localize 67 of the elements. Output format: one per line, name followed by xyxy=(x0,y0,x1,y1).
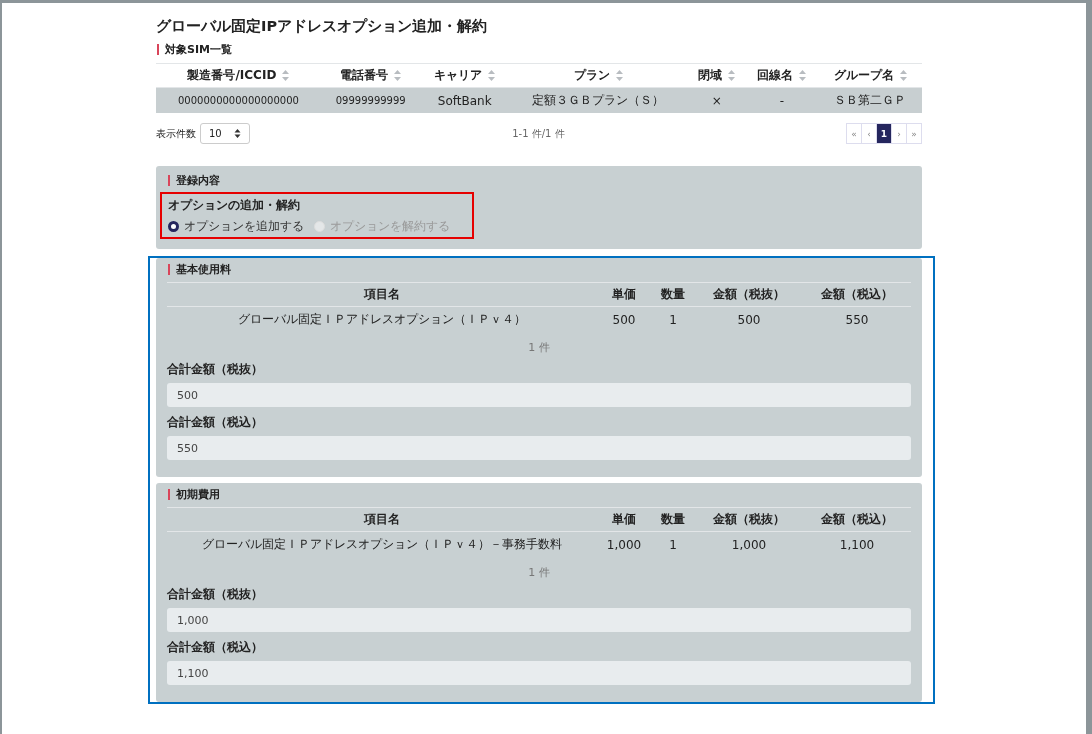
input-field[interactable]: 1,000 xyxy=(167,608,911,632)
page-button[interactable]: ‹ xyxy=(861,123,877,144)
sort-icon[interactable] xyxy=(394,70,402,81)
table-cell: グローバル固定ＩＰアドレスオプション（ＩＰｖ４） xyxy=(238,312,526,326)
record-count: 1 件 xyxy=(527,565,551,580)
page-button[interactable]: « xyxy=(846,123,862,144)
section-heading: 登録内容 xyxy=(168,175,911,186)
page-size-select[interactable]: 10 xyxy=(200,123,250,144)
sort-icon[interactable] xyxy=(488,70,496,81)
table-cell: グローバル固定ＩＰアドレスオプション（ＩＰｖ４）－事務手数料 xyxy=(202,537,562,551)
table-cell: 1 xyxy=(669,312,677,327)
table-cell: 1,000 xyxy=(731,537,767,552)
column-header: プラン xyxy=(573,67,610,84)
page-button[interactable]: » xyxy=(906,123,922,144)
column-header: 閉域 xyxy=(698,67,723,84)
table-cell: 500 xyxy=(737,312,761,327)
sort-icon[interactable] xyxy=(615,70,623,81)
field-label: 合計金額（税抜） xyxy=(167,586,264,603)
column-header: 金額（税込） xyxy=(821,287,893,301)
column-header: 数量 xyxy=(661,287,685,301)
column-header: グループ名 xyxy=(833,67,894,84)
table-cell: 定額３ＧＢプラン（Ｓ） xyxy=(508,87,688,113)
table-cell: 1,100 xyxy=(839,537,875,552)
column-header: 単価 xyxy=(612,512,636,526)
column-header: 電話番号 xyxy=(340,67,389,84)
field-label: 合計金額（税抜） xyxy=(167,361,264,378)
table-cell: 1 xyxy=(669,537,677,552)
table-cell: 0000000000000000000 xyxy=(156,87,321,113)
radio-icon[interactable] xyxy=(168,221,179,232)
page-title: グローバル固定IPアドレスオプション追加・解約 xyxy=(156,17,489,36)
column-header: キャリア xyxy=(434,67,483,84)
column-header: 製造番号/ICCID xyxy=(187,67,277,84)
column-header: 金額（税抜） xyxy=(713,287,785,301)
input-field[interactable]: 500 xyxy=(167,383,911,407)
sort-icon[interactable] xyxy=(899,70,907,81)
caret-icon xyxy=(233,128,241,139)
input-field[interactable]: 1,100 xyxy=(167,661,911,685)
table-cell: 550 xyxy=(845,312,869,327)
column-header: 単価 xyxy=(612,287,636,301)
page-button[interactable]: › xyxy=(891,123,907,144)
section-heading: 初期費用 xyxy=(168,489,911,500)
field-label: 合計金額（税込） xyxy=(167,414,264,431)
column-header: 項目名 xyxy=(364,287,400,301)
record-count: 1 件 xyxy=(527,340,551,355)
sort-icon[interactable] xyxy=(799,70,807,81)
table-cell: 500 xyxy=(612,312,636,327)
field-label: オプションの追加・解約 xyxy=(168,197,301,214)
column-header: 回線名 xyxy=(757,67,794,84)
record-count: 1-1 件/1 件 xyxy=(512,126,565,141)
section-heading: 対象SIM一覧 xyxy=(157,44,922,55)
page-size-label: 表示件数 xyxy=(156,126,196,141)
field-label: 合計金額（税込） xyxy=(167,639,264,656)
section-heading: 基本使用料 xyxy=(168,264,911,275)
column-header: 金額（税抜） xyxy=(713,512,785,526)
radio-option[interactable]: オプションを追加する xyxy=(168,219,304,234)
table-cell: - xyxy=(745,87,819,113)
column-header: 数量 xyxy=(661,512,685,526)
input-field[interactable]: 550 xyxy=(167,436,911,460)
column-header: 金額（税込） xyxy=(821,512,893,526)
table-cell: 09999999999 xyxy=(320,87,421,113)
sort-icon[interactable] xyxy=(282,70,290,81)
sort-icon[interactable] xyxy=(728,70,736,81)
table-cell: ＳＢ第二ＧＰ xyxy=(818,87,922,113)
table-cell: 1,000 xyxy=(606,537,642,552)
page-button[interactable]: 1 xyxy=(876,123,892,144)
column-header: 項目名 xyxy=(364,512,400,526)
table-cell: SoftBank xyxy=(420,87,509,113)
